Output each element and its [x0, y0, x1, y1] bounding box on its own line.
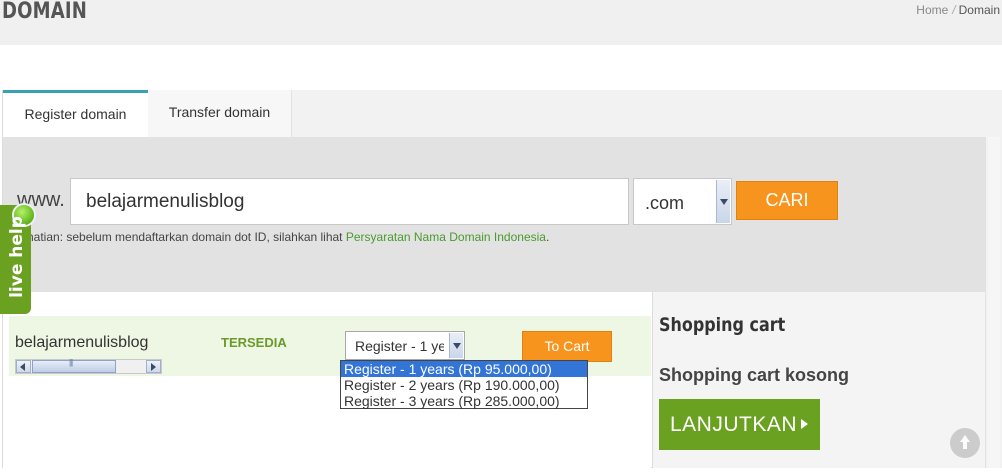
period-dropdown-list: Register - 1 years (Rp 95.000,00) Regist… [340, 360, 588, 409]
search-button[interactable]: CARI [736, 181, 838, 220]
shopping-cart-title: Shopping cart [659, 314, 786, 336]
play-arrow-icon [801, 419, 808, 429]
tabs-row: Register domain Transfer domain [3, 90, 1002, 137]
page-title: DOMAIN [2, 0, 88, 24]
notice-end: . [545, 230, 550, 244]
scroll-to-top-icon[interactable] [950, 428, 980, 458]
continue-button[interactable]: LANJUTKAN [659, 399, 820, 450]
breadcrumb: Home / Domain [916, 3, 1000, 17]
domain-requirements-link[interactable]: Persyaratan Nama Domain Indonesia [346, 230, 546, 244]
period-option[interactable]: Register - 2 years (Rp 190.000,00) [341, 377, 587, 393]
breadcrumb-current: Domain [958, 3, 1000, 17]
domain-notice: rhatian: sebelum mendaftarkan domain dot… [23, 230, 549, 244]
domain-panel: Register domain Transfer domain www. .co… [2, 90, 1002, 468]
vertical-scrollbar[interactable] [985, 137, 1002, 468]
scroll-left-icon[interactable] [16, 360, 31, 373]
period-option[interactable]: Register - 1 years (Rp 95.000,00) [341, 361, 587, 377]
period-option[interactable]: Register - 3 years (Rp 285.000,00) [341, 393, 587, 409]
tld-selected-value: .com [645, 193, 685, 213]
breadcrumb-separator: / [952, 3, 956, 17]
horizontal-scrollbar[interactable] [15, 358, 162, 374]
shopping-cart-panel: Shopping cart Shopping cart kosong LANJU… [652, 292, 985, 468]
continue-button-label: LANJUTKAN [670, 413, 798, 436]
shopping-cart-empty-message: Shopping cart kosong [659, 365, 850, 385]
domain-search-input[interactable] [70, 178, 629, 225]
availability-status: TERSEDIA [221, 335, 287, 350]
result-domain-name: belajarmenulisblog [15, 334, 149, 351]
results-area: belajarmenulisblog TERSEDIA Register - 1… [3, 292, 651, 468]
live-help-label: live help [7, 216, 27, 298]
page-header: DOMAIN Home / Domain [0, 0, 1002, 45]
chevron-down-icon[interactable] [449, 333, 463, 358]
tld-select[interactable]: .com [633, 178, 732, 225]
notice-text: rhatian: sebelum mendaftarkan domain dot… [23, 230, 346, 244]
tab-transfer-domain-label: Transfer domain [168, 104, 271, 120]
scrollbar-thumb[interactable] [32, 358, 116, 373]
domain-page: DOMAIN Home / Domain Register domain Trans… [0, 0, 1002, 472]
registration-period-select[interactable]: Register - 1 years (Rp 95.000,00) [345, 331, 465, 360]
live-help-button[interactable]: live help [0, 203, 36, 314]
tab-register-domain[interactable]: Register domain [3, 90, 148, 137]
tab-transfer-domain[interactable]: Transfer domain [148, 90, 292, 137]
breadcrumb-home-link[interactable]: Home [916, 3, 948, 17]
scroll-right-icon[interactable] [146, 360, 161, 373]
scrollbar-track[interactable] [988, 137, 1000, 468]
add-to-cart-button[interactable]: To Cart [522, 331, 612, 362]
domain-search-area: www. .com CARI rhatian: sebelum mendafta… [3, 137, 1002, 292]
tab-register-domain-label: Register domain [24, 106, 127, 122]
chevron-down-icon[interactable] [716, 180, 730, 223]
period-selected-value: Register - 1 years (Rp 95.000,00) [355, 338, 444, 354]
